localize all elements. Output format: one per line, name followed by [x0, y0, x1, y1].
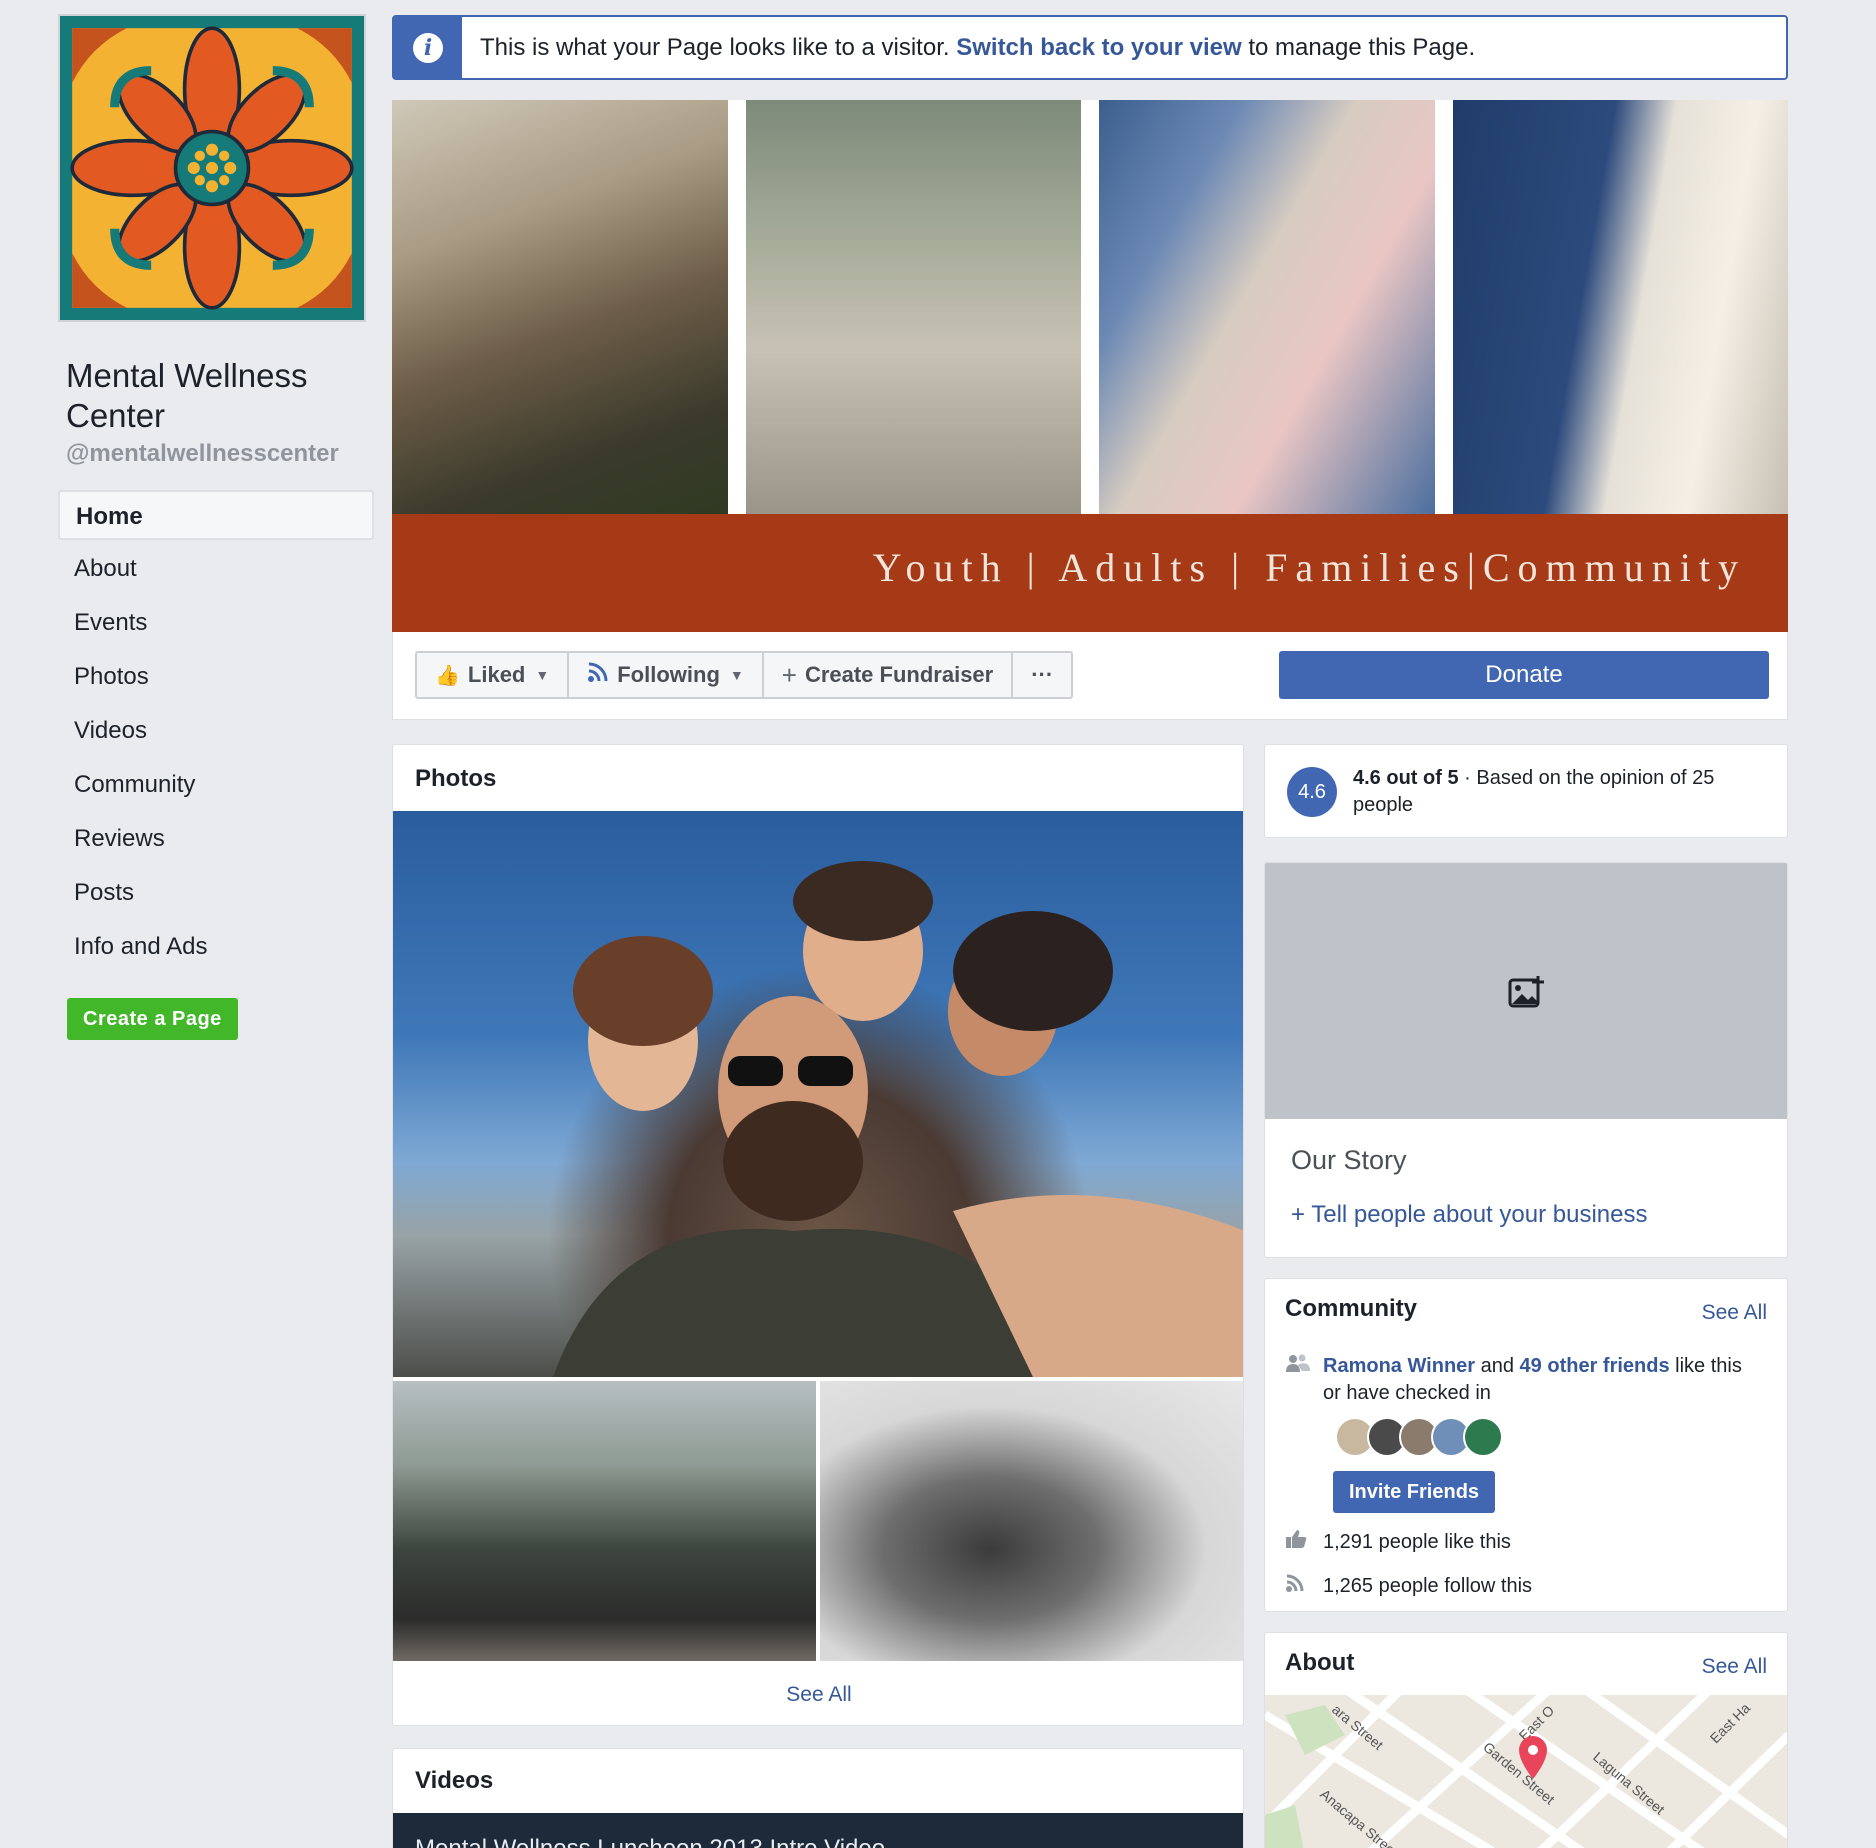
community-card-title[interactable]: Community — [1285, 1295, 1417, 1323]
our-story-title: Our Story — [1291, 1145, 1407, 1175]
caret-down-icon: ▼ — [535, 667, 550, 683]
cover-photo-woman-portrait — [1099, 100, 1435, 514]
switch-back-link[interactable]: Switch back to your view — [956, 34, 1241, 61]
videos-card: Videos Mental Wellness Luncheon 2013 Int… — [392, 1748, 1244, 1848]
thumbs-up-icon — [1285, 1529, 1323, 1557]
create-page-button[interactable]: Create a Page — [67, 998, 238, 1040]
add-photo-icon — [1508, 976, 1544, 1008]
donate-button[interactable]: Donate — [1279, 651, 1769, 699]
likes-count-text: 1,291 people like this — [1323, 1531, 1511, 1553]
left-column: Mental Wellness Center @mentalwellnessce… — [58, 14, 374, 1040]
nav-item-about[interactable]: About — [58, 544, 374, 594]
caret-down-icon: ▼ — [729, 667, 744, 683]
rss-icon — [1285, 1573, 1323, 1601]
avatar[interactable] — [1463, 1417, 1503, 1457]
cover-photo[interactable]: Youth | Adults | Families|Community — [392, 100, 1788, 632]
more-options-button[interactable]: ··· — [1013, 653, 1071, 697]
about-see-all-link[interactable]: See All — [1702, 1655, 1767, 1679]
visitor-view-banner: i This is what your Page looks like to a… — [392, 15, 1788, 80]
page-title: Mental Wellness Center — [66, 357, 308, 434]
page-action-bar: 👍 Liked ▼ Following ▼ + Create Fundraise… — [392, 632, 1788, 720]
friends-and-text: and — [1475, 1355, 1520, 1377]
friends-like-text: Ramona Winner and 49 other friends like … — [1323, 1353, 1743, 1407]
page-nav: Home About Events Photos Videos Communit… — [58, 490, 374, 972]
liked-label: Liked — [467, 662, 526, 687]
cover-photo-card-game — [392, 100, 728, 514]
photo-group-selfie-art — [553, 861, 1243, 1377]
videos-card-title[interactable]: Videos — [415, 1767, 493, 1795]
nav-item-community[interactable]: Community — [58, 760, 374, 810]
friend-avatars — [1335, 1417, 1503, 1457]
liked-button[interactable]: 👍 Liked ▼ — [417, 653, 570, 697]
mandala-logo-icon — [60, 16, 364, 320]
friend-name-link[interactable]: Ramona Winner — [1323, 1355, 1475, 1377]
cover-tagline: Youth | Adults | Families|Community — [872, 545, 1746, 590]
cover-collage — [392, 100, 1788, 514]
nav-item-photos[interactable]: Photos — [58, 652, 374, 702]
banner-text-before: This is what your Page looks like to a v… — [480, 33, 950, 61]
community-see-all-link[interactable]: See All — [1702, 1301, 1767, 1325]
friends-icon — [1285, 1353, 1323, 1381]
photo-friends-laughing[interactable] — [393, 1381, 816, 1661]
story-photo-placeholder[interactable] — [1265, 863, 1787, 1119]
location-map[interactable]: ara Street Anacapa Street Garden Street … — [1265, 1695, 1787, 1848]
follows-count-text: 1,265 people follow this — [1323, 1575, 1533, 1597]
follows-count-row: 1,265 people follow this — [1285, 1573, 1532, 1601]
cover-band: Youth | Adults | Families|Community — [392, 514, 1788, 632]
rating-summary: 4.6 out of 5 · Based on the opinion of 2… — [1353, 765, 1773, 819]
invite-friends-button[interactable]: Invite Friends — [1333, 1471, 1496, 1513]
nav-item-posts[interactable]: Posts — [58, 868, 374, 918]
banner-text: This is what your Page looks like to a v… — [480, 34, 1475, 62]
more-dots-icon: ··· — [1031, 662, 1054, 687]
our-story-card: Our Story + Tell people about your busin… — [1264, 862, 1788, 1258]
banner-text-after: to manage this Page. — [1248, 33, 1476, 61]
cover-photo-conversation — [1452, 100, 1788, 514]
photos-card-title[interactable]: Photos — [415, 765, 496, 793]
create-fundraiser-button[interactable]: + Create Fundraiser — [764, 653, 1014, 697]
nav-item-info-and-ads[interactable]: Info and Ads — [58, 922, 374, 972]
nav-item-reviews[interactable]: Reviews — [58, 814, 374, 864]
likes-count-row: 1,291 people like this — [1285, 1529, 1511, 1557]
rating-score-text: 4.6 out of 5 — [1353, 767, 1459, 789]
tell-people-link[interactable]: + Tell people about your business — [1291, 1201, 1647, 1229]
page-profile-logo[interactable] — [58, 14, 366, 322]
photo-group-selfie[interactable] — [393, 811, 1243, 1377]
banner-icon-box: i — [394, 17, 462, 78]
video-thumbnail[interactable]: Mental Wellness Luncheon 2013 Intro Vide… — [393, 1813, 1243, 1848]
create-fundraiser-label: Create Fundraiser — [804, 662, 994, 687]
photos-see-all-link[interactable]: See All — [393, 1683, 1243, 1707]
about-card-title[interactable]: About — [1285, 1649, 1354, 1677]
community-card: Community See All Ramona Winner and 49 o… — [1264, 1278, 1788, 1612]
following-button[interactable]: Following ▼ — [569, 653, 764, 697]
nav-item-videos[interactable]: Videos — [58, 706, 374, 756]
nav-item-events[interactable]: Events — [58, 598, 374, 648]
nav-item-home[interactable]: Home — [58, 490, 374, 540]
video-title: Mental Wellness Luncheon 2013 Intro Vide… — [415, 1835, 885, 1848]
about-card: About See All ara Street Anacapa Street … — [1264, 1632, 1788, 1848]
plus-icon: + — [781, 659, 797, 690]
cover-photo-walk — [745, 100, 1081, 514]
other-friends-link[interactable]: 49 other friends — [1520, 1355, 1670, 1377]
photo-man-portrait[interactable] — [820, 1381, 1243, 1661]
photos-card: Photos See All — [392, 744, 1244, 1726]
info-icon: i — [413, 32, 443, 63]
action-button-group: 👍 Liked ▼ Following ▼ + Create Fundraise… — [415, 651, 1074, 699]
rating-card: 4.6 4.6 out of 5 · Based on the opinion … — [1264, 744, 1788, 838]
map-pin-icon[interactable] — [1515, 1733, 1551, 1781]
thumbs-up-icon: 👍 — [435, 664, 460, 687]
friends-like-row: Ramona Winner and 49 other friends like … — [1285, 1353, 1743, 1407]
page-handle[interactable]: @mentalwellnesscenter — [66, 440, 374, 468]
following-label: Following — [617, 662, 720, 687]
rss-icon — [587, 661, 609, 689]
rating-badge[interactable]: 4.6 — [1287, 767, 1337, 817]
